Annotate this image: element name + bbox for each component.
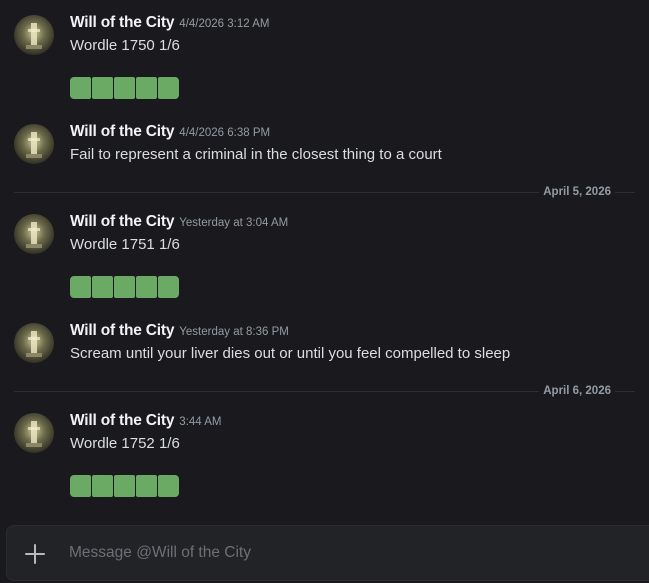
dm-chat-view: Will of the City 4/4/2026 3:12 AM Wordle … bbox=[0, 0, 649, 583]
username[interactable]: Will of the City bbox=[70, 322, 174, 339]
green-square bbox=[70, 276, 91, 298]
green-square bbox=[114, 276, 135, 298]
avatar-image bbox=[14, 413, 54, 453]
green-square bbox=[114, 475, 135, 497]
message-input[interactable] bbox=[69, 540, 629, 566]
green-square bbox=[136, 77, 157, 99]
timestamp: Yesterday at 8:36 PM bbox=[179, 326, 289, 338]
green-square bbox=[136, 276, 157, 298]
date-divider: April 6, 2026 bbox=[14, 384, 635, 398]
username[interactable]: Will of the City bbox=[70, 213, 174, 230]
message-composer bbox=[6, 525, 649, 581]
date-divider-label: April 5, 2026 bbox=[539, 185, 615, 199]
timestamp: 4/4/2026 3:12 AM bbox=[179, 18, 270, 30]
timestamp: 4/4/2026 6:38 PM bbox=[179, 127, 271, 139]
avatar-image bbox=[14, 15, 54, 55]
username[interactable]: Will of the City bbox=[70, 123, 174, 140]
avatar[interactable] bbox=[14, 214, 54, 254]
message-header: Will of the City 3:44 AM bbox=[70, 411, 222, 432]
timestamp: 3:44 AM bbox=[179, 416, 222, 428]
green-square bbox=[158, 475, 179, 497]
wordle-result bbox=[70, 475, 179, 497]
plus-icon bbox=[25, 544, 45, 564]
green-square bbox=[136, 475, 157, 497]
wordle-result bbox=[70, 276, 179, 298]
add-attachment-button[interactable] bbox=[23, 542, 47, 566]
avatar-image bbox=[14, 214, 54, 254]
green-square bbox=[158, 77, 179, 99]
avatar[interactable] bbox=[14, 15, 54, 55]
green-square bbox=[70, 77, 91, 99]
timestamp: Yesterday at 3:04 AM bbox=[179, 217, 289, 229]
message-header: Will of the City 4/4/2026 3:12 AM bbox=[70, 13, 269, 34]
avatar-image bbox=[14, 124, 54, 164]
avatar[interactable] bbox=[14, 413, 54, 453]
message-header: Will of the City Yesterday at 8:36 PM bbox=[70, 321, 289, 342]
green-square bbox=[70, 475, 91, 497]
date-divider: April 5, 2026 bbox=[14, 185, 635, 199]
avatar[interactable] bbox=[14, 323, 54, 363]
green-square bbox=[92, 276, 113, 298]
message-text: Fail to represent a criminal in the clos… bbox=[70, 146, 442, 163]
username[interactable]: Will of the City bbox=[70, 412, 174, 429]
green-square bbox=[158, 276, 179, 298]
message-text: Scream until your liver dies out or unti… bbox=[70, 345, 511, 362]
message-text: Wordle 1752 1/6 bbox=[70, 435, 180, 452]
green-square bbox=[92, 475, 113, 497]
message-text: Wordle 1750 1/6 bbox=[70, 37, 180, 54]
green-square bbox=[114, 77, 135, 99]
wordle-result bbox=[70, 77, 179, 99]
avatar[interactable] bbox=[14, 124, 54, 164]
message-header: Will of the City 4/4/2026 6:38 PM bbox=[70, 122, 270, 143]
date-divider-label: April 6, 2026 bbox=[539, 384, 615, 398]
message-header: Will of the City Yesterday at 3:04 AM bbox=[70, 212, 288, 233]
message-text: Wordle 1751 1/6 bbox=[70, 236, 180, 253]
green-square bbox=[92, 77, 113, 99]
username[interactable]: Will of the City bbox=[70, 14, 174, 31]
avatar-image bbox=[14, 323, 54, 363]
